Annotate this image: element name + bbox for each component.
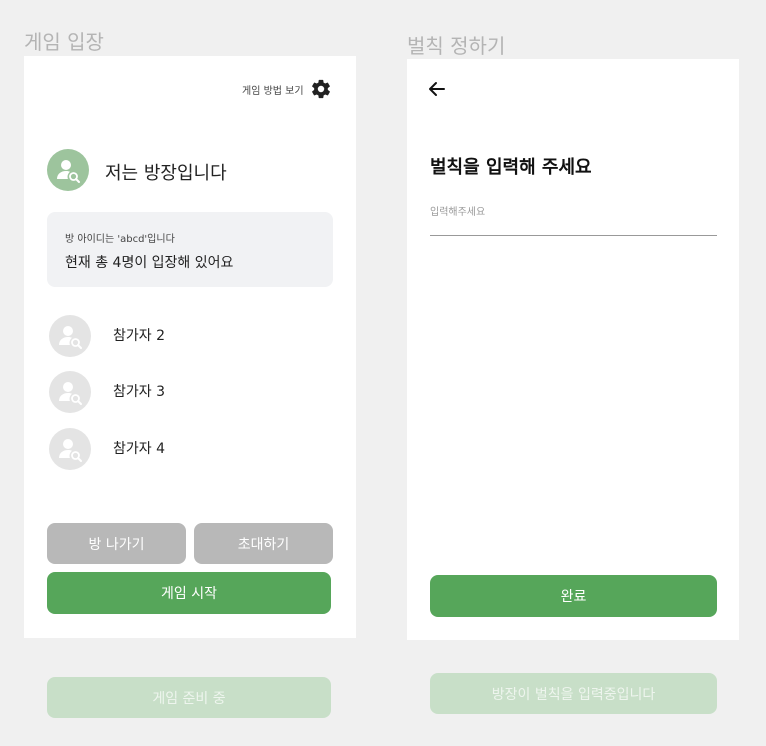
user-search-icon xyxy=(59,382,82,405)
participant-name: 참가자 4 xyxy=(113,441,165,457)
penalty-input[interactable] xyxy=(430,186,717,236)
user-search-icon xyxy=(57,160,80,183)
participant-name: 참가자 3 xyxy=(113,384,165,400)
help-link[interactable]: 게임 방법 보기 xyxy=(242,78,332,100)
user-search-icon xyxy=(59,326,82,349)
participant-avatar xyxy=(49,315,91,357)
done-button[interactable]: 완료 xyxy=(430,575,717,617)
participant-avatar xyxy=(49,428,91,470)
host-name: 저는 방장입니다 xyxy=(105,163,227,184)
back-arrow-icon[interactable] xyxy=(428,81,446,97)
penalty-heading: 벌칙을 입력해 주세요 xyxy=(430,157,592,178)
penalty-waiting-button: 방장이 벌칙을 입력중입니다 xyxy=(430,673,717,714)
host-avatar xyxy=(47,149,89,191)
participant-avatar xyxy=(49,371,91,413)
leave-room-button[interactable]: 방 나가기 xyxy=(47,523,186,564)
invite-button[interactable]: 초대하기 xyxy=(194,523,333,564)
penalty-screen: 벌칙을 입력해 주세요 완료 xyxy=(407,59,739,640)
gear-icon xyxy=(311,79,330,99)
room-info-box: 방 아이디는 'abcd'입니다 현재 총 4명이 입장해 있어요 xyxy=(47,212,333,287)
user-search-icon xyxy=(59,439,82,462)
enter-screen: 게임 방법 보기 저는 방장입니다 방 아이디는 'abcd'입니다 현재 총 … xyxy=(24,56,356,638)
help-label: 게임 방법 보기 xyxy=(242,85,304,97)
frame-label-penalty: 벌칙 정하기 xyxy=(407,34,506,58)
start-game-button[interactable]: 게임 시작 xyxy=(47,572,331,614)
frame-label-enter: 게임 입장 xyxy=(24,30,104,54)
participant-name: 참가자 2 xyxy=(113,328,165,344)
participant-count-text: 현재 총 4명이 입장해 있어요 xyxy=(65,255,234,271)
room-id-text: 방 아이디는 'abcd'입니다 xyxy=(65,234,175,245)
game-ready-button: 게임 준비 중 xyxy=(47,677,331,718)
